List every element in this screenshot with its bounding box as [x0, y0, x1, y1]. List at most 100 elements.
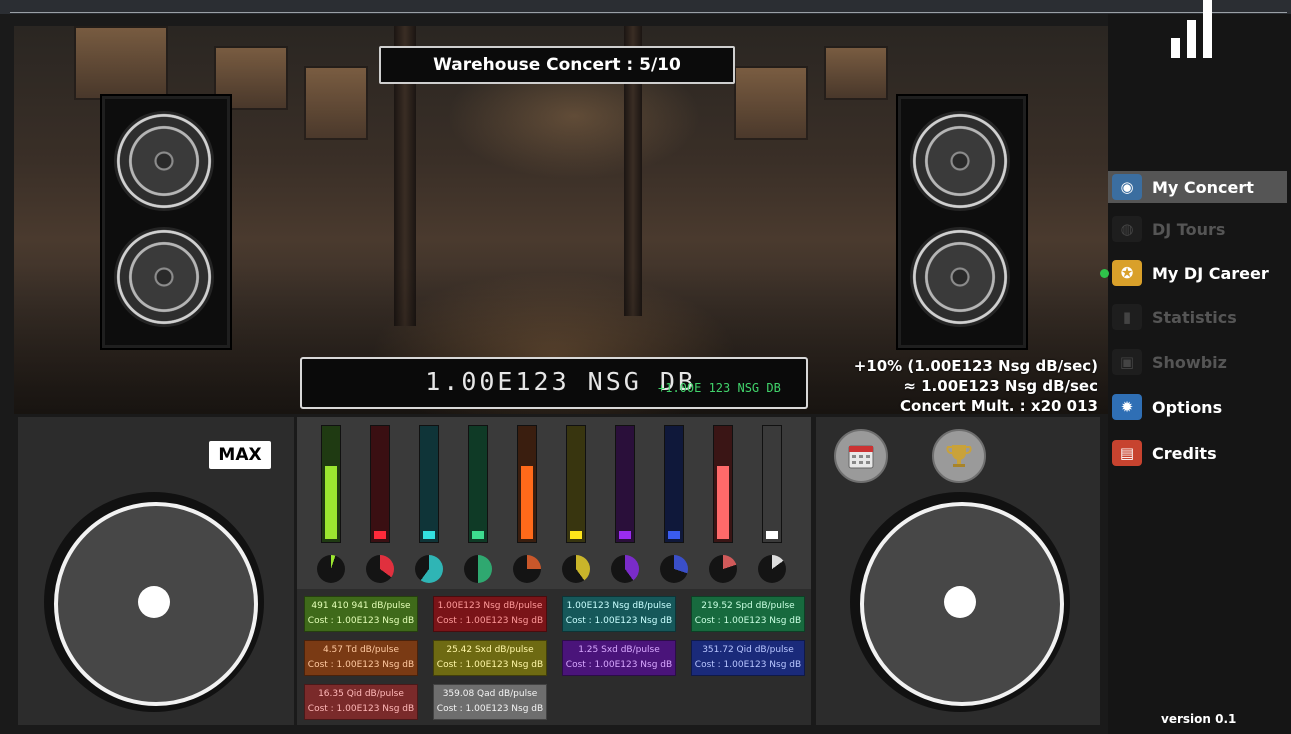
nav-item-options[interactable]: ✹ Options — [1108, 391, 1287, 423]
volume-fader[interactable] — [419, 425, 439, 543]
volume-fader[interactable] — [517, 425, 537, 543]
progress-knob-icon — [513, 555, 541, 583]
nav-item-my-dj-career[interactable]: ✪ My DJ Career — [1100, 257, 1287, 289]
upgrade-gain: 1.00E123 Nsg dB/pulse — [437, 601, 543, 611]
nav-item-statistics[interactable]: ▮ Statistics — [1108, 301, 1287, 333]
db-counter-value: 1.00E123 NSG DB — [425, 367, 696, 396]
upgrade-cards: 491 410 941 dB/pulse Cost : 1.00E123 Nsg … — [297, 589, 811, 725]
upgrade-cost: Cost : 1.00E123 Nsg dB — [565, 616, 673, 626]
trophy-icon — [946, 445, 972, 467]
upgrade-cost: Cost : 1.00E123 Nsg dB — [307, 660, 415, 670]
progress-knob-icon — [415, 555, 443, 583]
rate-per-sec: ≈ 1.00E123 Nsg dB/sec — [903, 377, 1098, 395]
progress-knob-icon — [317, 555, 345, 583]
rate-info: +10% (1.00E123 Nsg dB/sec) ≈ 1.00E123 Ns… — [854, 356, 1098, 416]
trophy-button[interactable] — [932, 429, 986, 483]
fader-level — [521, 466, 533, 539]
turntable-icon: ◉ — [1112, 174, 1142, 200]
upgrade-cost: Cost : 1.00E123 Nsg dB — [694, 616, 802, 626]
nav-item-label: My Concert — [1152, 177, 1254, 197]
upgrade-cost: Cost : 1.00E123 Nsg dB — [436, 616, 544, 626]
upgrade-gain: 219.52 Spd dB/pulse — [701, 601, 795, 611]
upgrade-card[interactable]: 491 410 941 dB/pulse Cost : 1.00E123 Nsg … — [304, 596, 418, 632]
upgrade-card[interactable]: 25.42 Sxd dB/pulse Cost : 1.00E123 Nsg dB — [433, 640, 547, 676]
upgrade-card[interactable]: 4.57 Td dB/pulse Cost : 1.00E123 Nsg dB — [304, 640, 418, 676]
progress-knob-icon — [660, 555, 688, 583]
top-bar — [0, 0, 1291, 14]
fader-cap — [374, 531, 386, 539]
fader-level — [325, 466, 337, 539]
gear-icon: ✹ — [1112, 394, 1142, 420]
fader-cap — [668, 531, 680, 539]
money-stack-icon: ▣ — [1112, 349, 1142, 375]
progress-knob-icon — [611, 555, 639, 583]
warehouse-window — [824, 46, 888, 100]
warehouse-window — [734, 66, 808, 140]
fader-cap — [766, 531, 778, 539]
spindle-icon — [944, 586, 976, 618]
nav-item-label: Credits — [1152, 443, 1217, 463]
speaker-woofer-icon — [910, 111, 1010, 211]
upgrade-cost: Cost : 1.00E123 Nsg dB — [436, 704, 544, 714]
bar-chart-icon: ▮ — [1112, 304, 1142, 330]
db-gain-popup: +1.00E 123 NSG DB — [658, 381, 781, 395]
nav-item-label: Statistics — [1152, 307, 1237, 327]
calendar-icon — [848, 445, 874, 469]
nav-item-label: My DJ Career — [1152, 263, 1269, 283]
volume-fader[interactable] — [566, 425, 586, 543]
upgrade-gain: 4.57 Td dB/pulse — [322, 645, 400, 655]
volume-fader[interactable] — [664, 425, 684, 543]
volume-fader[interactable] — [321, 425, 341, 543]
progress-knob-icon — [464, 555, 492, 583]
db-counter-display: 1.00E123 NSG DB +1.00E 123 NSG DB — [300, 357, 808, 409]
calendar-button[interactable] — [834, 429, 888, 483]
nav-item-label: Showbiz — [1152, 352, 1227, 372]
upgrade-card[interactable]: 351.72 Qid dB/pulse Cost : 1.00E123 Nsg d… — [691, 640, 805, 676]
upgrade-cost: Cost : 1.00E123 Nsg dB — [694, 660, 802, 670]
mixer-panel — [297, 417, 811, 589]
progress-knob-icon — [562, 555, 590, 583]
concert-multiplier: Concert Mult. : x20 013 — [900, 397, 1098, 415]
warehouse-window — [74, 26, 168, 100]
upgrade-card[interactable]: 16.35 Qid dB/pulse Cost : 1.00E123 Nsg dB — [304, 684, 418, 720]
upgrade-cost: Cost : 1.00E123 Nsg dB — [436, 660, 544, 670]
left-turntable[interactable] — [44, 492, 264, 712]
speaker-woofer-icon — [114, 111, 214, 211]
left-speaker — [102, 96, 230, 348]
vinyl-record — [54, 502, 258, 706]
upgrade-gain: 491 410 941 dB/pulse — [311, 601, 411, 611]
upgrade-card[interactable]: 359.08 Qad dB/pulse Cost : 1.00E123 Nsg d… — [433, 684, 547, 720]
upgrade-card[interactable]: 219.52 Spd dB/pulse Cost : 1.00E123 Nsg d… — [691, 596, 805, 632]
progress-knob-icon — [709, 555, 737, 583]
max-button[interactable]: MAX — [209, 441, 271, 469]
fader-level — [717, 466, 729, 539]
nav-item-label: DJ Tours — [1152, 219, 1226, 239]
volume-fader[interactable] — [713, 425, 733, 543]
medal-icon: ✪ — [1112, 260, 1142, 286]
right-turntable[interactable] — [850, 492, 1070, 712]
sidebar: version 0.1 ◉ My Concert ◍ DJ Tours ✪ My DJ C… — [1100, 0, 1291, 734]
upgrade-card[interactable]: 1.00E123 Nsg dB/pulse Cost : 1.00E123 Nsg… — [433, 596, 547, 632]
fader-cap — [570, 531, 582, 539]
nav-item-my-concert[interactable]: ◉ My Concert — [1108, 171, 1287, 203]
fader-cap — [619, 531, 631, 539]
rate-bonus: +10% (1.00E123 Nsg dB/sec) — [853, 357, 1098, 375]
volume-fader[interactable] — [615, 425, 635, 543]
volume-fader[interactable] — [370, 425, 390, 543]
upgrade-gain: 351.72 Qid dB/pulse — [702, 645, 794, 655]
upgrade-card[interactable]: 1.25 Sxd dB/pulse Cost : 1.00E123 Nsg dB — [562, 640, 676, 676]
nav-item-dj-tours[interactable]: ◍ DJ Tours — [1108, 213, 1287, 245]
upgrade-cost: Cost : 1.00E123 Nsg dB — [565, 660, 673, 670]
upgrade-gain: 1.00E123 Nsg dB/pulse — [566, 601, 672, 611]
book-icon: ▤ — [1112, 440, 1142, 466]
volume-fader[interactable] — [468, 425, 488, 543]
upgrade-card[interactable]: 1.00E123 Nsg dB/pulse Cost : 1.00E123 Nsg… — [562, 596, 676, 632]
nav-item-credits[interactable]: ▤ Credits — [1108, 437, 1287, 469]
volume-fader[interactable] — [762, 425, 782, 543]
upgrade-gain: 25.42 Sxd dB/pulse — [446, 645, 534, 655]
spindle-icon — [138, 586, 170, 618]
progress-knob-icon — [758, 555, 786, 583]
upgrade-cost: Cost : 1.00E123 Nsg dB — [307, 704, 415, 714]
nav-item-showbiz[interactable]: ▣ Showbiz — [1108, 346, 1287, 378]
progress-knob-icon — [366, 555, 394, 583]
